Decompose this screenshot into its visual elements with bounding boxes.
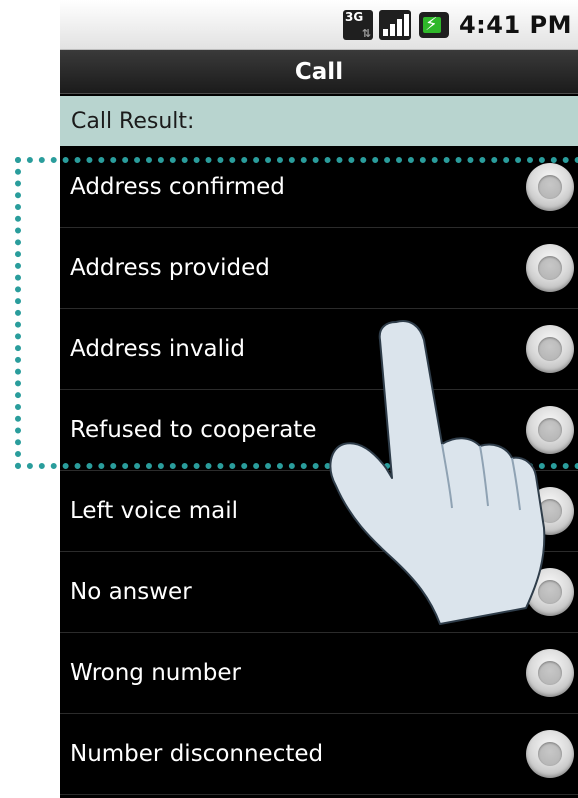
option-refused-to-cooperate[interactable]: Refused to cooperate [60,390,578,471]
radio-button-icon[interactable] [526,568,574,616]
3g-icon: 3G ⇅ [342,10,373,40]
option-number-disconnected[interactable]: Number disconnected [60,714,578,795]
option-label: No answer [70,579,192,605]
data-arrows-icon: ⇅ [361,27,371,40]
radio-button-icon[interactable] [526,163,574,211]
title-bar: Call [60,50,578,94]
phone-screen: 3G ⇅ ⚡ 4:41 PM Call Call Result: Address… [60,0,578,798]
option-address-confirmed[interactable]: Address confirmed [60,147,578,228]
network-type-label: 3G [344,10,364,24]
radio-button-icon[interactable] [526,244,574,292]
option-label: Wrong number [70,660,241,686]
radio-button-icon[interactable] [526,649,574,697]
option-address-invalid[interactable]: Address invalid [60,309,578,390]
status-bar: 3G ⇅ ⚡ 4:41 PM [60,0,578,50]
option-label: Address invalid [70,336,245,362]
call-result-header: Call Result: [60,96,578,146]
radio-button-icon[interactable] [526,325,574,373]
radio-button-icon[interactable] [526,730,574,778]
option-no-answer[interactable]: No answer [60,552,578,633]
option-label: Address confirmed [70,174,285,200]
radio-button-icon[interactable] [526,487,574,535]
status-icons: 3G ⇅ ⚡ 4:41 PM [342,7,572,43]
option-label: Number disconnected [70,741,324,767]
radio-button-icon[interactable] [526,406,574,454]
screen-title: Call [294,58,344,85]
option-label: Left voice mail [70,498,239,524]
option-label: Refused to cooperate [70,417,317,443]
battery-charging-icon: ⚡ [418,12,449,38]
call-result-label: Call Result: [71,108,195,134]
option-wrong-number[interactable]: Wrong number [60,633,578,714]
option-address-provided[interactable]: Address provided [60,228,578,309]
status-time: 4:41 PM [458,11,572,39]
call-result-options: Address confirmed Address provided Addre… [60,147,578,795]
option-left-voice-mail[interactable]: Left voice mail [60,471,578,552]
signal-icon [378,10,411,40]
option-label: Address provided [70,255,270,281]
